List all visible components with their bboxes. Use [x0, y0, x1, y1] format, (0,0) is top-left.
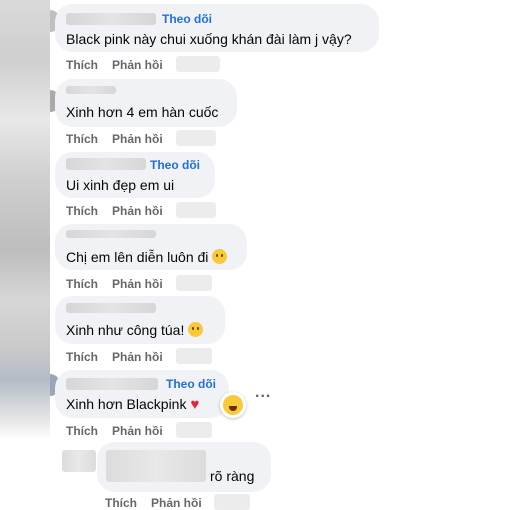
author-name[interactable]: [66, 378, 158, 390]
comment-text: Chị em lên diễn luôn đi: [66, 249, 209, 265]
like-button[interactable]: Thích: [66, 350, 98, 364]
reply-button[interactable]: Phản hồi: [112, 132, 163, 146]
timestamp[interactable]: [176, 56, 220, 72]
like-button[interactable]: Thích: [66, 132, 98, 146]
reply-button[interactable]: Phản hồi: [112, 277, 163, 291]
reply-button[interactable]: Phản hồi: [112, 58, 163, 72]
timestamp[interactable]: [214, 494, 250, 510]
comment-text-line: Xinh hơn Blackpink ♥: [66, 396, 199, 413]
comment-actions: Thích Phản hồi: [105, 496, 216, 510]
like-button[interactable]: Thích: [66, 204, 98, 218]
comment-text: Xinh hơn 4 em hàn cuốc: [66, 104, 219, 120]
background-photo-strip: [0, 0, 50, 510]
comment-actions: Thích Phản hồi: [66, 58, 177, 72]
like-button[interactable]: Thích: [105, 496, 137, 510]
haha-reaction-icon[interactable]: [220, 392, 246, 418]
reply-button[interactable]: Phản hồi: [151, 496, 202, 510]
author-name[interactable]: [66, 86, 116, 94]
timestamp[interactable]: [176, 422, 212, 438]
author-name[interactable]: [66, 230, 156, 238]
comment-actions: Thích Phản hồi: [66, 350, 177, 364]
like-button[interactable]: Thích: [66, 277, 98, 291]
comment-actions: Thích Phản hồi: [66, 132, 177, 146]
author-name[interactable]: [106, 450, 206, 482]
like-button[interactable]: Thích: [66, 58, 98, 72]
timestamp[interactable]: [176, 130, 216, 146]
comment-text: Black pink này chui xuống khán đài làm j…: [66, 31, 352, 47]
comment-actions: Thích Phản hồi: [66, 204, 177, 218]
author-name[interactable]: [66, 158, 146, 170]
comment-actions: Thích Phản hồi: [66, 424, 177, 438]
rolling-laughing-emoji: [212, 249, 228, 264]
timestamp[interactable]: [176, 348, 212, 364]
author-name[interactable]: [66, 13, 156, 25]
author-name[interactable]: [66, 303, 156, 313]
smiling-emoji: [188, 322, 204, 337]
avatar[interactable]: [62, 450, 96, 472]
follow-link[interactable]: Theo dõi: [162, 12, 212, 26]
comment-text-line: Xinh như công túa!: [66, 322, 204, 338]
reply-button[interactable]: Phản hồi: [112, 424, 163, 438]
like-button[interactable]: Thích: [66, 424, 98, 438]
reply-button[interactable]: Phản hồi: [112, 350, 163, 364]
comment-text: Ui xinh đẹp em ui: [66, 177, 175, 193]
comment-actions: Thích Phản hồi: [66, 277, 177, 291]
comment-text: rõ ràng: [210, 468, 255, 484]
timestamp[interactable]: [176, 275, 212, 291]
comment-text: Xinh hơn Blackpink: [66, 396, 187, 412]
reply-button[interactable]: Phản hồi: [112, 204, 163, 218]
timestamp[interactable]: [176, 202, 216, 218]
follow-link[interactable]: Theo dõi: [166, 377, 216, 391]
follow-link[interactable]: Theo dõi: [150, 158, 200, 172]
comment-text: Xinh như công túa!: [66, 322, 185, 338]
comment-text-line: Chị em lên diễn luôn đi: [66, 249, 228, 265]
red-heart-emoji: ♥: [190, 396, 200, 413]
more-options-icon[interactable]: ...: [255, 384, 271, 402]
